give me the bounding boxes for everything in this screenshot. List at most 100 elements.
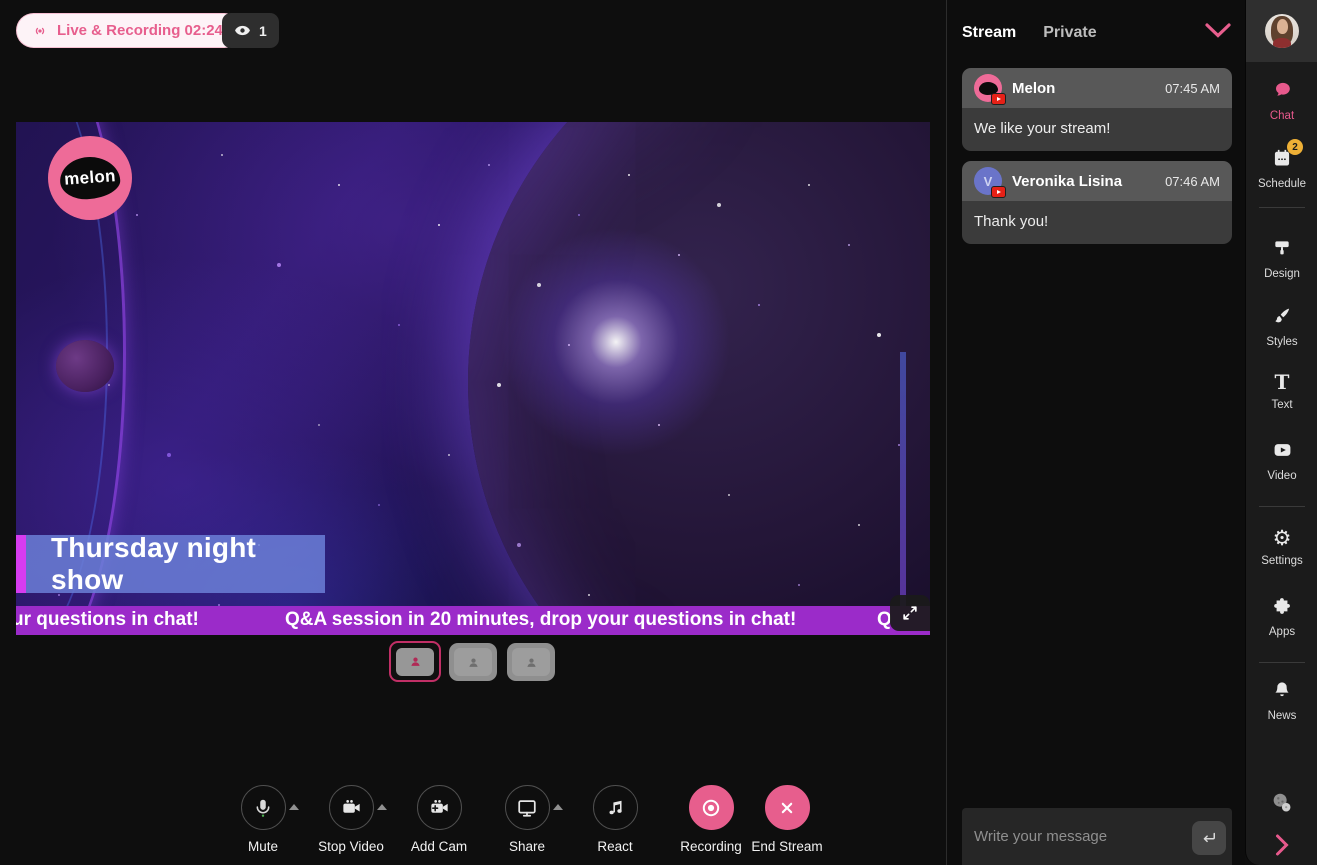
viewer-count-badge[interactable]: 1 (222, 13, 279, 48)
expand-icon (900, 603, 920, 623)
ticker-banner: ur questions in chat! Q&A session in 20 … (16, 606, 930, 635)
sidebar-item-chat[interactable]: Chat (1246, 80, 1317, 122)
chat-timestamp: 07:46 AM (1165, 173, 1220, 189)
recording-label: Recording (680, 839, 742, 854)
avatar: V (974, 167, 1006, 198)
chat-panel: Stream Private Melon 07:45 AM We like yo… (946, 0, 1245, 865)
sidebar-label-news: News (1267, 710, 1297, 722)
decorative-stripe (900, 352, 906, 635)
close-icon (781, 802, 793, 813)
sidebar-divider (1259, 207, 1305, 208)
react-label: React (597, 839, 633, 854)
share-button[interactable]: Share (483, 785, 571, 854)
cookie-settings-button[interactable] (1246, 790, 1317, 815)
user-avatar[interactable] (1265, 14, 1299, 48)
tab-stream[interactable]: Stream (962, 24, 1016, 42)
sidebar-label-settings: Settings (1261, 555, 1303, 567)
mute-label: Mute (247, 839, 278, 854)
add-cam-button[interactable]: Add Cam (395, 785, 483, 854)
stream-preview-stage: melon Thursday night show ur questions i… (16, 122, 930, 635)
chat-message: V Veronika Lisina 07:46 AM Thank you! (962, 161, 1232, 244)
live-studio-app: Live & Recording 02:24 1 melon Thursday … (0, 0, 1317, 865)
avatar (974, 74, 1006, 105)
puzzle-icon (1272, 596, 1292, 616)
video-options-caret[interactable] (376, 804, 387, 810)
end-stream-button[interactable]: End Stream (743, 785, 831, 854)
paint-brush-icon (1272, 306, 1292, 326)
stop-video-button[interactable]: Stop Video (307, 785, 395, 854)
sidebar-divider (1259, 506, 1305, 507)
viewer-count: 1 (259, 22, 267, 39)
small-planet-graphic (56, 340, 114, 392)
sidebar-item-video[interactable]: Video (1246, 440, 1317, 482)
sidebar-item-styles[interactable]: Styles (1246, 306, 1317, 348)
microphone-icon (256, 799, 270, 817)
tab-private[interactable]: Private (1043, 24, 1096, 42)
send-message-button[interactable] (1192, 821, 1226, 855)
enter-icon (1203, 832, 1215, 843)
layout-thumbnail[interactable] (507, 643, 555, 681)
stop-video-label: Stop Video (318, 839, 384, 854)
layout-thumbnail-tile (396, 647, 434, 676)
mic-options-caret[interactable] (288, 804, 299, 810)
live-recording-badge: Live & Recording 02:24 (16, 13, 242, 48)
chat-timestamp: 07:45 AM (1165, 80, 1220, 96)
record-icon (702, 799, 720, 816)
ticker-text-main: Q&A session in 20 minutes, drop your que… (285, 609, 797, 630)
layout-thumbnail-tile (454, 648, 492, 676)
sidebar-label-apps: Apps (1268, 626, 1296, 638)
chat-message-text: Thank you! (962, 201, 1232, 244)
person-icon (468, 658, 478, 667)
eye-icon (234, 22, 251, 39)
sidebar-item-design[interactable]: Design (1246, 238, 1317, 280)
chevron-right-icon (1274, 832, 1290, 856)
sidebar-item-text[interactable]: T Text (1246, 372, 1317, 411)
video-play-icon (1272, 440, 1293, 460)
layout-thumbnail-active[interactable] (389, 641, 441, 682)
cookie-icon (1269, 790, 1295, 812)
sidebar-label-text: Text (1271, 399, 1293, 411)
ticker-text-tail: ur questions in chat! (16, 609, 199, 630)
chevron-down-icon[interactable] (1204, 22, 1232, 39)
broadcast-icon (31, 22, 49, 40)
screen-share-icon (518, 799, 536, 817)
recording-button[interactable]: Recording (667, 785, 755, 854)
chat-author: Melon (1012, 79, 1056, 97)
calendar-icon: 2 (1272, 139, 1303, 168)
chat-bubble-icon (1272, 80, 1293, 100)
layout-thumbnail[interactable] (449, 643, 497, 681)
melon-brand-logo: melon (48, 136, 132, 220)
live-recording-label: Live & Recording 02:24 (57, 22, 223, 39)
sidebar-label-styles: Styles (1266, 336, 1298, 348)
text-icon: T (1274, 370, 1290, 394)
fullscreen-expand-button[interactable] (890, 595, 930, 631)
paint-roller-icon (1272, 238, 1292, 258)
mute-button[interactable]: Mute (219, 785, 307, 854)
sidebar-item-settings[interactable]: ⚙ Settings (1246, 528, 1317, 568)
chat-message-header: Melon 07:45 AM (962, 68, 1232, 108)
layout-thumbnail-tile (512, 648, 550, 676)
sidebar-label-schedule: Schedule (1258, 178, 1306, 190)
chat-message-text: We like your stream! (962, 108, 1232, 151)
bell-icon (1272, 680, 1292, 700)
chat-message-input[interactable] (974, 808, 1154, 865)
react-button[interactable]: React (571, 785, 659, 854)
sidebar-label-chat: Chat (1269, 110, 1295, 122)
sidebar-label-video: Video (1267, 470, 1297, 482)
title-accent-bar (16, 535, 26, 593)
account-header[interactable] (1246, 0, 1317, 62)
collapse-sidebar-button[interactable] (1246, 832, 1317, 857)
chat-message-header: V Veronika Lisina 07:46 AM (962, 161, 1232, 201)
sidebar-item-apps[interactable]: Apps (1246, 596, 1317, 638)
sidebar-label-design: Design (1264, 268, 1300, 280)
add-cam-label: Add Cam (410, 839, 468, 854)
music-note-icon (608, 800, 622, 815)
video-camera-icon (342, 800, 360, 813)
end-stream-label: End Stream (751, 839, 823, 854)
youtube-icon (991, 93, 1006, 105)
sidebar-item-news[interactable]: News (1246, 680, 1317, 722)
stream-title-overlay: Thursday night show (26, 532, 325, 595)
sidebar-item-schedule[interactable]: 2 Schedule (1246, 139, 1317, 190)
share-options-caret[interactable] (552, 804, 563, 810)
youtube-icon (991, 186, 1006, 198)
